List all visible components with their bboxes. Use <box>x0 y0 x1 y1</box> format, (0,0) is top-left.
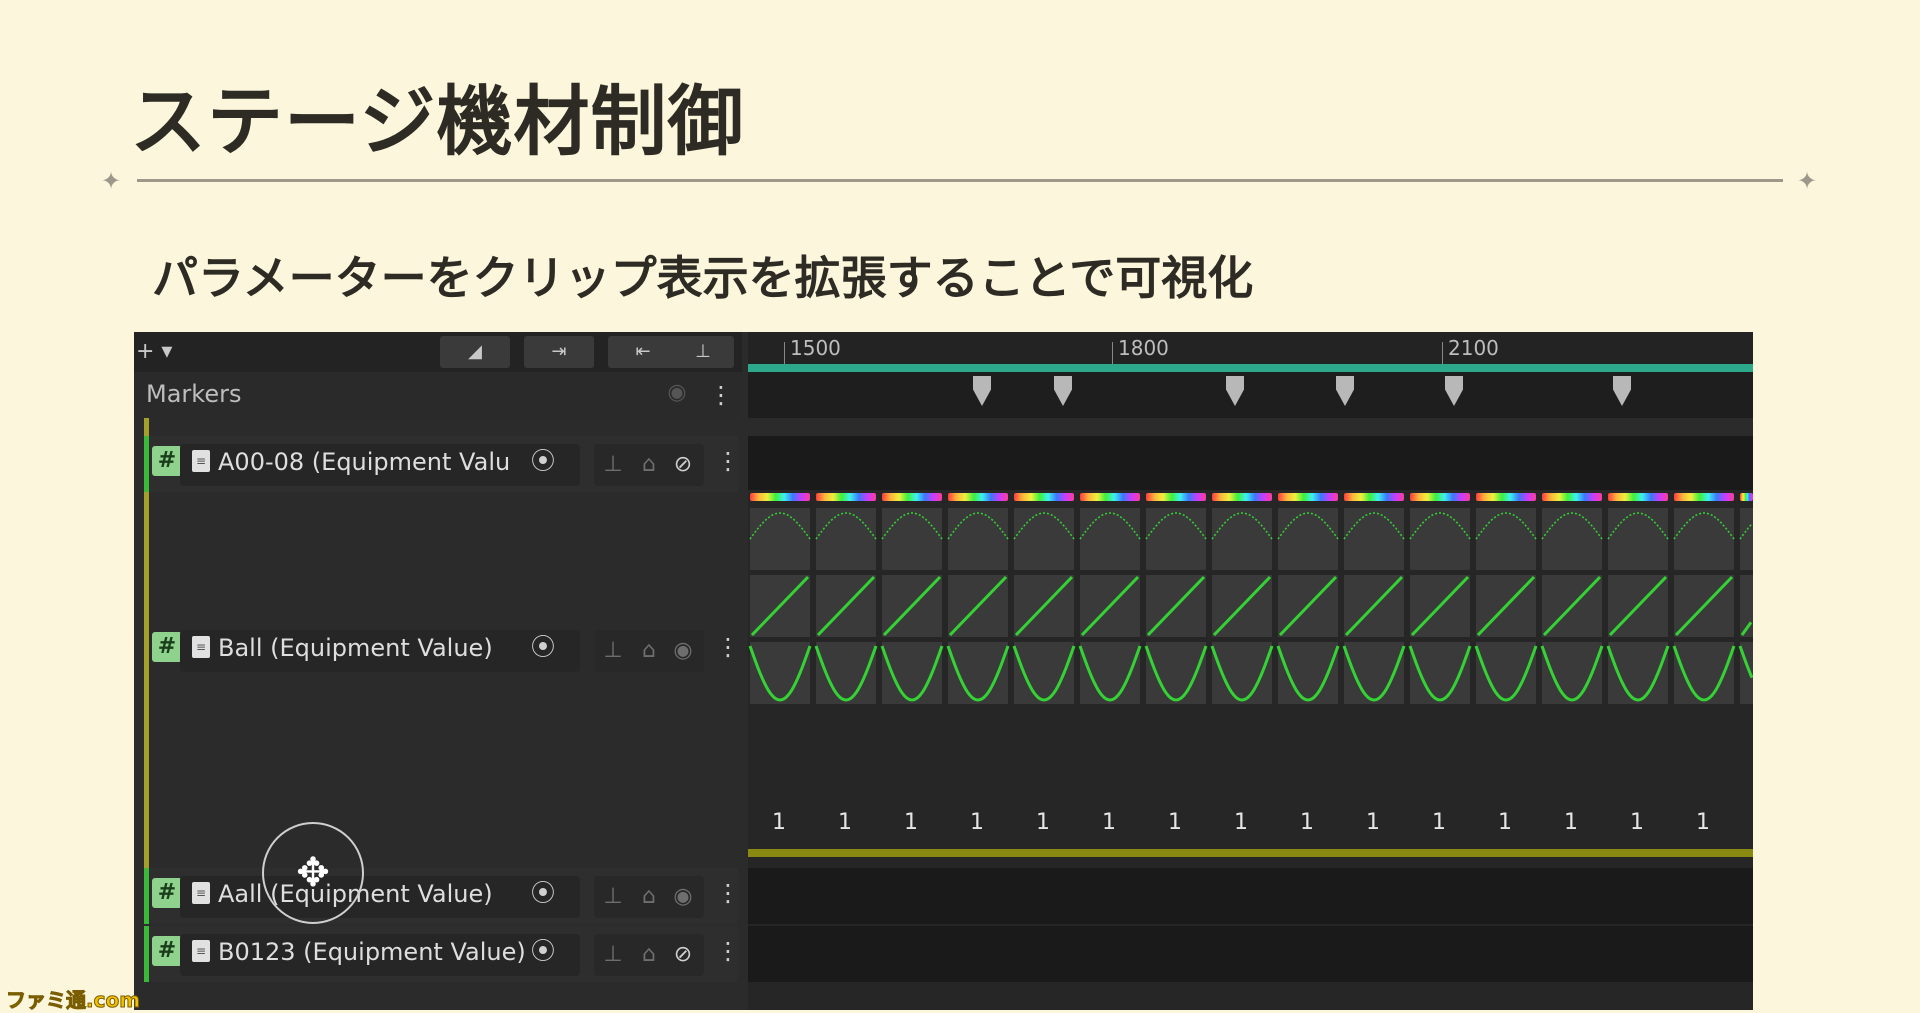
ramp-curve <box>816 575 876 637</box>
bounce-curve <box>1012 645 1076 702</box>
bounce-curve <box>1276 645 1340 702</box>
bounce-curve <box>1408 645 1472 702</box>
bounce-curve <box>1606 645 1670 702</box>
curve-layer <box>748 512 1753 702</box>
bounce-curve <box>814 645 878 702</box>
timeline-editor: + ▾ ◢ ⇥ ⇤ ⊥ Markers ◉ ⋮ # ≡ A00-08 (Equi… <box>134 332 1753 1010</box>
bounce-curve <box>1078 645 1142 702</box>
sine-dotted-curve <box>1079 512 1141 540</box>
bounce-curve <box>1672 645 1736 702</box>
ramp-curve <box>1740 621 1753 636</box>
sine-dotted-curve <box>749 512 811 540</box>
sine-dotted-curve <box>947 512 1009 540</box>
ramp-curve <box>1608 575 1668 637</box>
ramp-curve <box>1344 575 1404 637</box>
bounce-curve <box>1540 645 1604 702</box>
bounce-curve <box>880 645 944 702</box>
watermark-logo: ファミ通.com <box>5 988 141 1013</box>
sine-dotted-curve <box>1739 523 1753 540</box>
sine-dotted-curve <box>1607 512 1669 540</box>
ramp-curve <box>1476 575 1536 637</box>
bounce-curve <box>748 645 812 702</box>
ramp-curve <box>948 575 1008 637</box>
bounce-curve <box>946 645 1010 702</box>
ramp-curve <box>1080 575 1140 637</box>
sine-dotted-curve <box>1277 512 1339 540</box>
sine-dotted-curve <box>1145 512 1207 540</box>
ramp-curve <box>1212 575 1272 637</box>
sine-dotted-curve <box>1475 512 1537 540</box>
sine-dotted-curve <box>1673 512 1735 540</box>
bounce-curve <box>1738 645 1753 679</box>
ramp-curve <box>1146 575 1206 637</box>
sine-dotted-curve <box>1409 512 1471 540</box>
sine-dotted-curve <box>1211 512 1273 540</box>
ramp-curve <box>1410 575 1470 637</box>
bounce-curve <box>1144 645 1208 702</box>
ramp-curve <box>1542 575 1602 637</box>
bounce-curve <box>1474 645 1538 702</box>
title-rule <box>137 179 1783 182</box>
diamond-left-icon: ✦ <box>100 167 122 195</box>
bounce-curve <box>1210 645 1274 702</box>
diamond-right-icon: ✦ <box>1796 167 1818 195</box>
sine-dotted-curve <box>1541 512 1603 540</box>
bounce-curve <box>1342 645 1406 702</box>
ramp-curve <box>1014 575 1074 637</box>
ramp-curve <box>882 575 942 637</box>
slide-title: ステージ機材制御 <box>130 77 745 166</box>
sine-dotted-curve <box>815 512 877 540</box>
slide-subtitle: パラメーターをクリップ表示を拡張することで可視化 <box>152 251 1254 305</box>
ramp-curve <box>1278 575 1338 637</box>
sine-dotted-curve <box>881 512 943 540</box>
ramp-curve <box>750 575 810 637</box>
sine-dotted-curve <box>1013 512 1075 540</box>
sine-dotted-curve <box>1343 512 1405 540</box>
ramp-curve <box>1674 575 1734 637</box>
